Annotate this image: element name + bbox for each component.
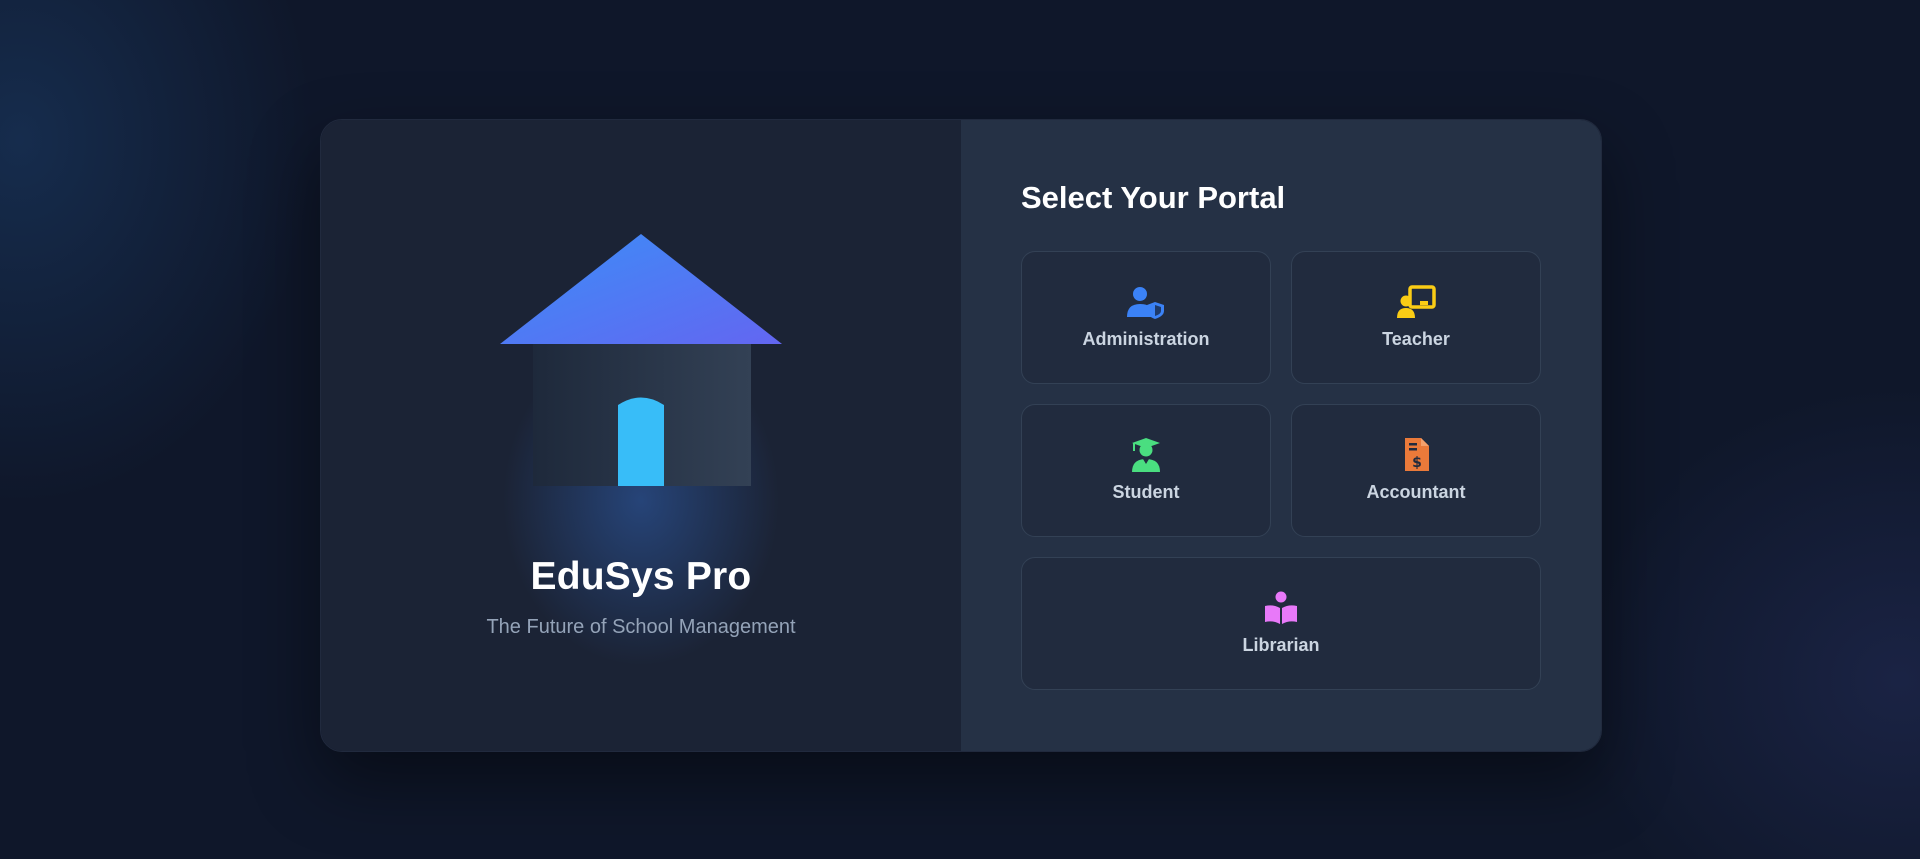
svg-text:$: $ [1412, 455, 1422, 471]
chalkboard-teacher-icon [1396, 285, 1436, 319]
portal-label: Administration [1082, 329, 1210, 349]
brand-subtitle: The Future of School Management [486, 616, 796, 638]
portal-label: Accountant [1366, 482, 1466, 502]
house-door [618, 397, 664, 486]
portal-label: Librarian [1242, 635, 1320, 655]
portal-panel: Select Your Portal Administration Teache… [961, 120, 1601, 751]
user-graduate-icon [1126, 438, 1166, 472]
portal-administration-button[interactable]: Administration [1021, 251, 1271, 384]
file-invoice-dollar-icon: $ [1396, 438, 1436, 472]
house-roof [500, 234, 782, 344]
brand-panel: EduSys Pro The Future of School Manageme… [321, 120, 961, 751]
portal-teacher-button[interactable]: Teacher [1291, 251, 1541, 384]
login-card: EduSys Pro The Future of School Manageme… [320, 119, 1602, 752]
portal-heading: Select Your Portal [1021, 180, 1286, 215]
portal-label: Teacher [1382, 329, 1450, 349]
portal-accountant-button[interactable]: $ Accountant [1291, 404, 1541, 537]
brand-title: EduSys Pro [530, 555, 752, 598]
portal-label: Student [1112, 482, 1180, 502]
portal-librarian-button[interactable]: Librarian [1021, 557, 1541, 690]
user-shield-icon [1126, 285, 1166, 319]
portal-student-button[interactable]: Student [1021, 404, 1271, 537]
school-house-icon [500, 234, 782, 486]
book-reader-icon [1261, 591, 1301, 625]
